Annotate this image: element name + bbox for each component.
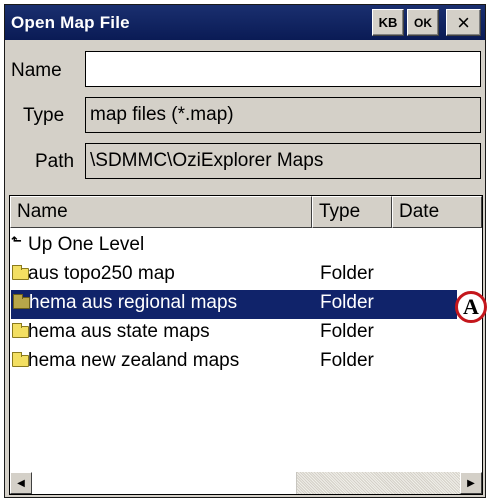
folder-icon	[12, 265, 29, 280]
annotation-marker-label: A	[463, 294, 479, 319]
triangle-right-icon: ▶	[467, 477, 475, 489]
dialog-title: Open Map File	[11, 13, 130, 32]
column-header-date[interactable]: Date	[392, 196, 482, 228]
scroll-right-button[interactable]: ▶	[460, 472, 482, 494]
list-item-up-one-level[interactable]: ⬑ Up One Level	[10, 232, 482, 261]
scrollbar-thumb[interactable]	[32, 472, 297, 494]
list-item-folder[interactable]: aus topo250 map Folder	[10, 261, 482, 290]
list-item-type: Folder	[320, 292, 374, 313]
triangle-left-icon: ◀	[17, 477, 25, 489]
folder-icon	[12, 352, 29, 367]
column-header-type[interactable]: Type	[312, 196, 392, 228]
up-level-icon: ⬑	[11, 234, 22, 249]
title-bar: Open Map File KB OK ×	[5, 5, 485, 40]
name-input[interactable]	[85, 51, 481, 87]
list-item-folder-selected[interactable]: hema aus regional maps Folder	[11, 290, 457, 319]
list-item-type: Folder	[320, 350, 374, 371]
folder-icon	[13, 294, 30, 309]
type-field: map files (*.map)	[85, 97, 481, 133]
ok-button[interactable]: OK	[407, 9, 439, 36]
close-icon: ×	[457, 9, 470, 35]
list-item-folder[interactable]: hema new zealand maps Folder	[10, 348, 482, 377]
list-item-name: aus topo250 map	[28, 263, 175, 284]
name-label: Name	[11, 60, 62, 81]
path-label: Path	[35, 151, 75, 172]
folder-icon	[12, 323, 29, 338]
list-item-folder[interactable]: hema aus state maps Folder	[10, 319, 482, 348]
close-button[interactable]: ×	[446, 9, 481, 36]
list-item-name: hema aus state maps	[28, 321, 210, 342]
path-field: \SDMMC\OziExplorer Maps	[85, 143, 481, 179]
column-header-name[interactable]: Name	[10, 196, 312, 228]
list-item-type: Folder	[320, 263, 374, 284]
file-list[interactable]: Name Type Date ⬑ Up One Level aus topo25…	[9, 195, 483, 495]
open-map-file-dialog: Open Map File KB OK × Name Type map file…	[4, 4, 487, 498]
list-item-name: hema new zealand maps	[28, 350, 240, 371]
keyboard-button[interactable]: KB	[372, 9, 404, 36]
list-item-name: hema aus regional maps	[29, 292, 238, 313]
type-label: Type	[23, 105, 65, 126]
list-item-name: Up One Level	[28, 234, 145, 255]
annotation-marker: A	[455, 291, 487, 323]
list-item-type: Folder	[320, 321, 374, 342]
scroll-left-button[interactable]: ◀	[10, 472, 32, 494]
horizontal-scrollbar[interactable]: ◀ ▶	[10, 472, 482, 494]
list-header: Name Type Date	[10, 196, 482, 228]
